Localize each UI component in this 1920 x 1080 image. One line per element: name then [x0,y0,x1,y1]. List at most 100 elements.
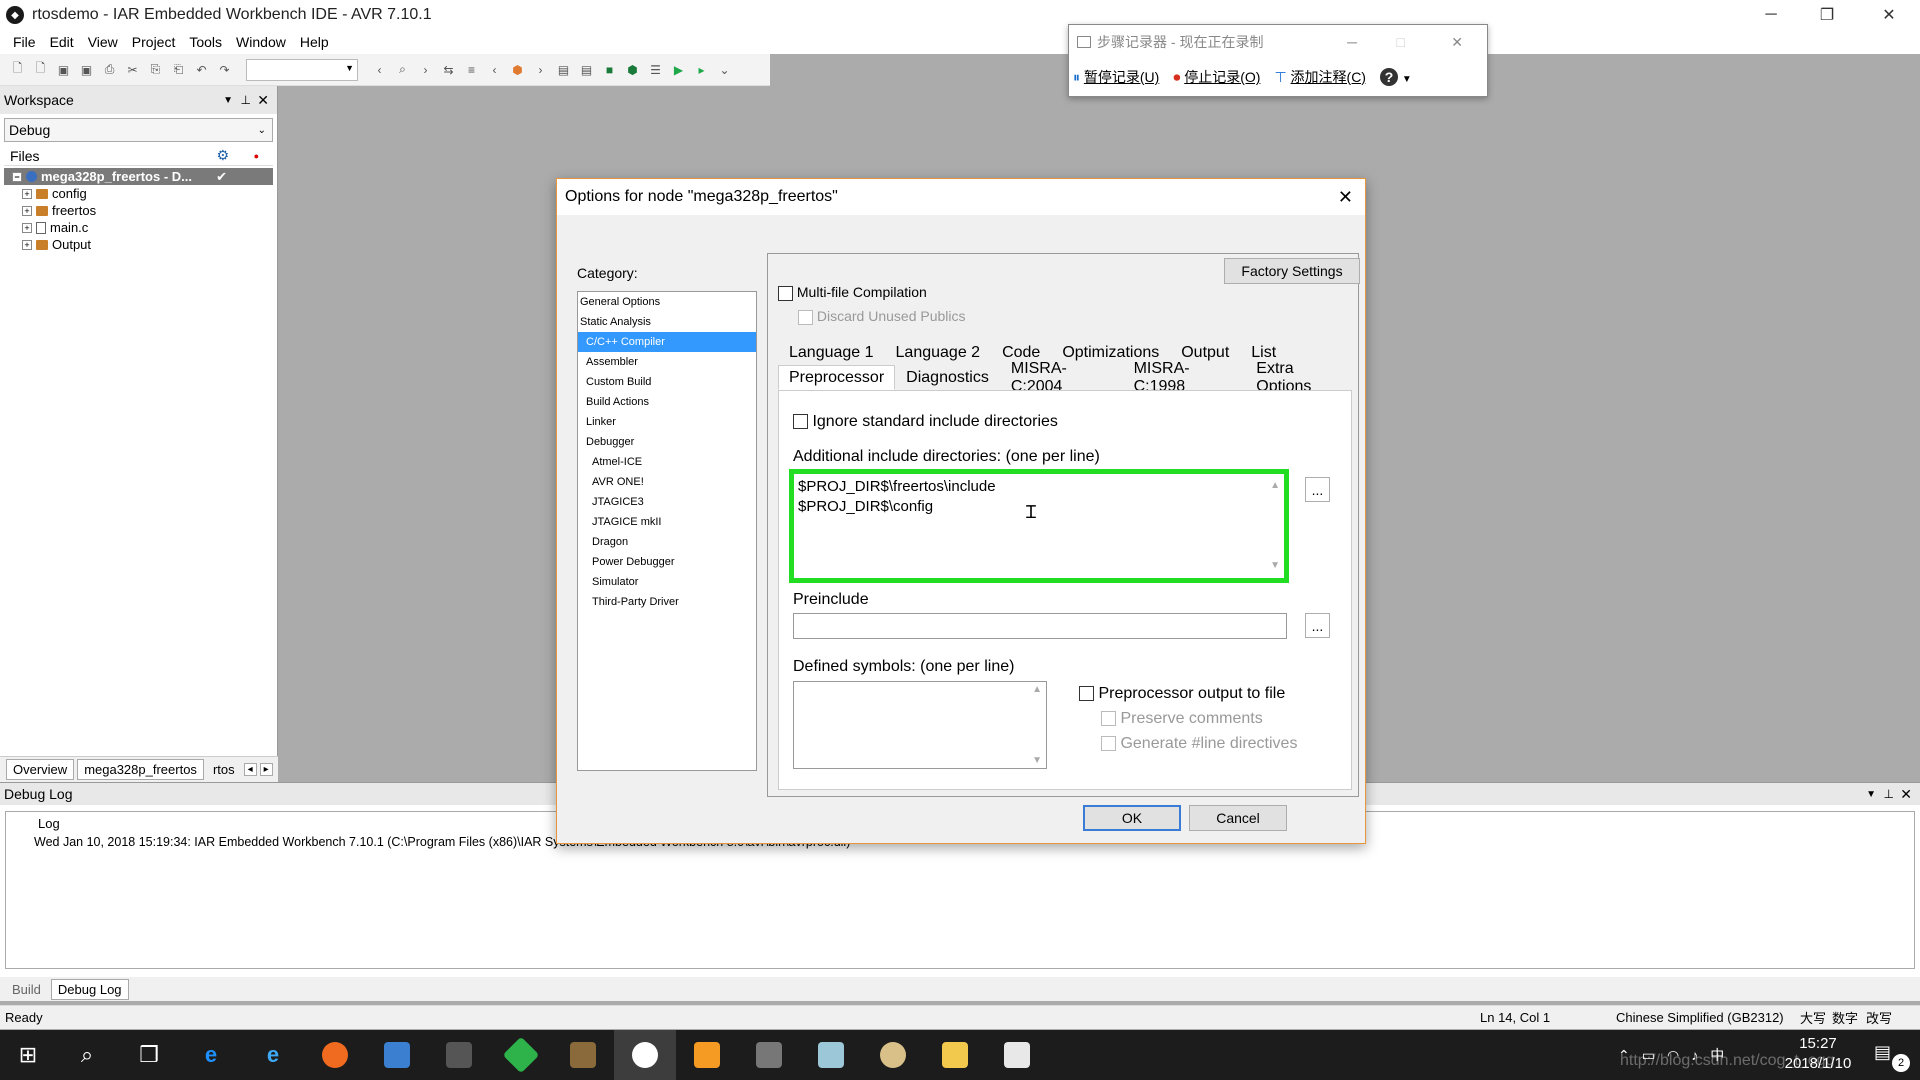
make-icon[interactable]: ▤ [577,60,596,79]
compile-icon[interactable]: ▤ [554,60,573,79]
expand-icon[interactable]: + [22,205,32,216]
file-explorer-icon[interactable] [924,1030,986,1080]
app-green-icon[interactable] [490,1030,552,1080]
include-dirs-textarea[interactable]: $PROJ_DIR$\freertos\include $PROJ_DIR$\c… [794,474,1284,578]
tab-misra-c-1998[interactable]: MISRA-C:1998 [1123,360,1246,395]
tree-item-output[interactable]: + Output [0,236,277,253]
pin-icon[interactable]: ⊥ [241,93,251,107]
scroll-left-icon[interactable]: ◂ [243,763,257,776]
scroll-right-icon[interactable]: ▸ [259,763,273,776]
category-list[interactable]: General Options Static Analysis C/C++ Co… [577,291,757,771]
indent-icon[interactable]: ≡ [462,60,481,79]
firefox-icon[interactable] [304,1030,366,1080]
category-cpp-compiler[interactable]: C/C++ Compiler [578,332,756,352]
app-box-icon[interactable] [552,1030,614,1080]
category-debugger[interactable]: Debugger [578,432,756,452]
undo-icon[interactable]: ↶ [192,60,211,79]
debug-no-download-icon[interactable]: ▸ [692,60,711,79]
category-avr-one[interactable]: AVR ONE! [578,472,756,492]
save-all-icon[interactable]: ▣ [77,60,96,79]
replace-icon[interactable]: ⇆ [439,60,458,79]
pin-icon[interactable]: ⊥ [1884,787,1894,801]
menu-help[interactable]: Help [293,34,336,50]
expand-icon[interactable]: + [22,188,32,199]
toolbar-overflow-icon[interactable]: ⌄ [715,60,734,79]
find-combo[interactable]: ▼ [246,58,358,81]
scroll-up-icon[interactable]: ▲ [1270,476,1280,496]
category-jtagice3[interactable]: JTAGICE3 [578,492,756,512]
close-button[interactable]: ✕ [1862,0,1916,30]
windows-start-icon[interactable]: ⊞ [0,1030,56,1080]
scroll-down-icon[interactable]: ▼ [1032,755,1042,766]
category-simulator[interactable]: Simulator [578,572,756,592]
preinclude-browse-button[interactable]: ... [1305,613,1330,638]
action-center-icon[interactable]: ▤ [1874,1042,1891,1063]
expand-icon[interactable]: + [22,239,32,250]
nav-fwd-icon[interactable]: › [531,60,550,79]
cut-icon[interactable]: ✂ [123,60,142,79]
app-note-icon[interactable] [800,1030,862,1080]
close-icon[interactable]: ✕ [1451,34,1463,51]
category-build-actions[interactable]: Build Actions [578,392,756,412]
configuration-select[interactable]: Debug ⌄ [4,118,273,142]
save-icon[interactable]: ▣ [54,60,73,79]
tab-overview[interactable]: Overview [6,759,75,780]
stop-recording-button[interactable]: ⏺ 停止记录(O) [1173,67,1260,87]
new-file-icon[interactable]: 🗋 [8,60,27,79]
dialog-close-icon[interactable]: ✕ [1338,187,1353,208]
preinclude-input[interactable] [793,613,1287,639]
tab-debug-log[interactable]: Debug Log [50,978,129,1000]
ignore-std-include-checkbox[interactable]: Ignore standard include directories [793,413,1058,431]
forward-icon[interactable]: › [416,60,435,79]
app-tools-icon[interactable] [428,1030,490,1080]
include-browse-button[interactable]: ... [1305,477,1330,502]
minimize-button[interactable]: ─ [1744,0,1798,30]
multifile-compilation-checkbox[interactable]: Multi-file Compilation [778,284,927,301]
scroll-up-icon[interactable]: ▲ [1032,684,1042,695]
category-jtagice-mkii[interactable]: JTAGICE mkII [578,512,756,532]
help-button[interactable]: ? ▼ [1379,68,1412,86]
redo-icon[interactable]: ↷ [215,60,234,79]
list-icon[interactable]: ☰ [646,60,665,79]
nav-back-icon[interactable]: ‹ [485,60,504,79]
category-linker[interactable]: Linker [578,412,756,432]
category-static-analysis[interactable]: Static Analysis [578,312,756,332]
factory-settings-button[interactable]: Factory Settings [1224,258,1360,284]
menu-view[interactable]: View [81,34,125,50]
tab-build[interactable]: Build [6,980,47,999]
new-doc-icon[interactable]: 🗋 [31,60,50,79]
bookmark-icon[interactable]: ⬢ [508,60,527,79]
close-icon[interactable]: ✕ [257,92,269,109]
stop-build-icon[interactable]: ■ [600,60,619,79]
category-third-party-driver[interactable]: Third-Party Driver [578,592,756,612]
app-orange-icon[interactable] [676,1030,738,1080]
tab-extra-options[interactable]: Extra Options [1245,360,1358,395]
tree-project-node[interactable]: − mega328p_freertos - D... ✔ [4,168,273,185]
app-paint-icon[interactable] [862,1030,924,1080]
scroll-down-icon[interactable]: ▼ [1270,556,1280,576]
category-custom-build[interactable]: Custom Build [578,372,756,392]
paste-icon[interactable]: ⎗ [169,60,188,79]
pp-output-checkbox[interactable]: Preprocessor output to file [1079,685,1285,703]
category-dragon[interactable]: Dragon [578,532,756,552]
menu-window[interactable]: Window [229,34,293,50]
collapse-icon[interactable]: − [12,171,22,182]
minimize-icon[interactable]: ─ [1347,34,1357,50]
tab-preprocessor[interactable]: Preprocessor [778,365,896,390]
iar-taskbar-icon[interactable] [614,1030,676,1080]
menu-file[interactable]: File [6,34,43,50]
tab-mega328p-freertos[interactable]: mega328p_freertos [77,759,204,780]
breakpoint-icon[interactable]: ⬢ [623,60,642,79]
menu-project[interactable]: Project [125,34,183,50]
app-plane-icon[interactable] [738,1030,800,1080]
print-icon[interactable]: ⎙ [100,60,119,79]
category-general-options[interactable]: General Options [578,292,756,312]
close-icon[interactable]: ✕ [1900,786,1912,803]
dropdown-icon[interactable]: ▼ [223,95,233,106]
ok-button[interactable]: OK [1083,805,1181,831]
search-icon[interactable]: ⌕ [56,1030,118,1080]
tab-language-2[interactable]: Language 2 [885,340,992,365]
pause-recording-button[interactable]: ⏸ 暂停记录(U) [1073,67,1159,87]
steps-recorder-taskbar-icon[interactable] [986,1030,1048,1080]
download-debug-icon[interactable]: ▶ [669,60,688,79]
